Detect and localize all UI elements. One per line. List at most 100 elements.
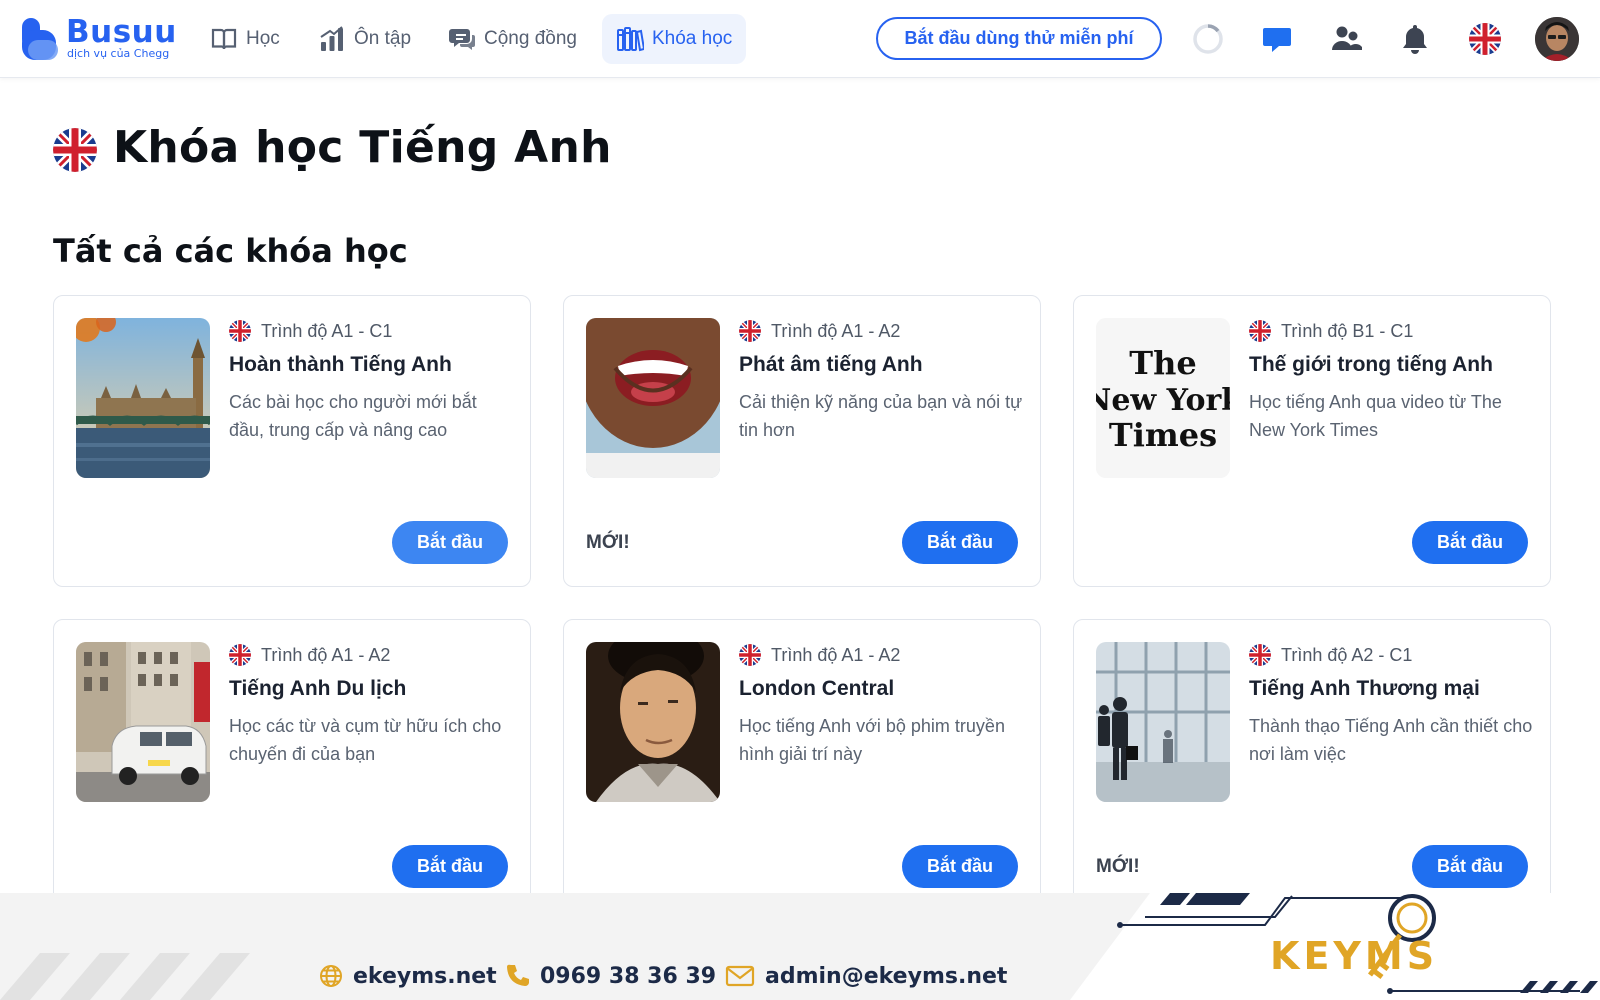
course-card[interactable]: Trình độ A1 - A2 Tiếng Anh Du lịch Học c… (53, 619, 531, 911)
course-level: Trình độ A1 - C1 (229, 320, 392, 342)
london-taxi-image-icon (76, 642, 210, 802)
footer-website[interactable]: ekeyms.net (318, 963, 497, 989)
footer-website-text: ekeyms.net (353, 963, 497, 989)
top-navigation-bar: Busuu dịch vụ của Chegg Học Ôn tập Cộng … (0, 0, 1600, 78)
course-thumbnail (586, 318, 720, 478)
busuu-logo-icon (22, 18, 58, 60)
library-icon (617, 27, 644, 52)
uk-flag-icon (229, 644, 251, 666)
nav-review-label: Ôn tập (354, 28, 412, 49)
course-level: Trình độ A1 - A2 (739, 320, 900, 342)
course-title: London Central (739, 677, 895, 700)
course-level: Trình độ A1 - A2 (739, 644, 900, 666)
big-ben-image-icon (76, 318, 210, 478)
course-level-text: Trình độ A1 - A2 (261, 644, 391, 665)
course-description: Học tiếng Anh với bộ phim truyền hình gi… (739, 716, 1005, 764)
nav-courses-label: Khóa học (652, 28, 733, 49)
course-thumbnail (586, 642, 720, 802)
mail-icon (725, 965, 755, 987)
book-icon (211, 28, 237, 50)
section-title: Tất cả các khóa học (53, 232, 408, 270)
course-title: Phát âm tiếng Anh (739, 353, 923, 376)
course-level: Trình độ A1 - A2 (229, 644, 390, 666)
friends-icon (1332, 26, 1362, 50)
user-avatar[interactable] (1535, 17, 1579, 61)
course-level-text: Trình độ A1 - A2 (771, 644, 901, 665)
globe-icon (320, 965, 342, 987)
course-level: Trình độ B1 - C1 (1249, 320, 1413, 342)
nav-learn[interactable]: Học (196, 14, 294, 64)
course-card[interactable]: Trình độ A1 - A2 Phát âm tiếng Anh Cải t… (563, 295, 1041, 587)
nav-review[interactable]: Ôn tập (304, 14, 425, 64)
nav-community[interactable]: Cộng đồng (434, 14, 591, 64)
notifications-button[interactable] (1396, 20, 1434, 58)
uk-flag-icon (1249, 320, 1271, 342)
course-thumbnail (1096, 642, 1230, 802)
user-photo-icon (1535, 17, 1579, 61)
course-card[interactable]: Trình độ A2 - C1 Tiếng Anh Thương mại Th… (1073, 619, 1551, 911)
course-level-text: Trình độ A2 - C1 (1281, 644, 1413, 665)
brand-tagline: dịch vụ của Chegg (67, 47, 170, 60)
busuu-logo[interactable]: Busuu dịch vụ của Chegg (20, 14, 180, 64)
brand-name: Busuu (66, 14, 177, 50)
uk-flag-icon (739, 644, 761, 666)
start-course-button[interactable]: Bắt đầu (1412, 521, 1528, 564)
progress-ring-button[interactable] (1189, 20, 1227, 58)
footer-phone-text: 0969 38 36 39 (540, 963, 717, 989)
man-portrait-image-icon (586, 642, 720, 802)
free-trial-button[interactable]: Bắt đầu dùng thử miễn phí (876, 17, 1162, 60)
nyt-line-3: Times (1109, 416, 1217, 454)
nav-courses[interactable]: Khóa học (602, 14, 747, 64)
keyms-logo-text: KEYMS (1270, 934, 1438, 978)
start-course-button[interactable]: Bắt đầu (902, 845, 1018, 888)
footer-email[interactable]: admin@ekeyms.net (724, 963, 1007, 989)
bar-chart-icon (320, 26, 343, 51)
nav-community-label: Cộng đồng (484, 28, 577, 49)
course-level: Trình độ A2 - C1 (1249, 644, 1412, 666)
language-switcher[interactable] (1466, 20, 1504, 58)
friends-button[interactable] (1327, 20, 1365, 58)
chat-icon (449, 29, 475, 50)
course-thumbnail (76, 318, 210, 478)
nyt-line-1: The (1129, 344, 1196, 382)
course-title: Tiếng Anh Thương mại (1249, 677, 1480, 700)
course-card[interactable]: Trình độ A1 - A2 London Central Học tiến… (563, 619, 1041, 911)
footer-email-text: admin@ekeyms.net (765, 963, 1008, 989)
start-course-button[interactable]: Bắt đầu (902, 521, 1018, 564)
start-course-button[interactable]: Bắt đầu (1412, 845, 1528, 888)
uk-flag-icon (229, 320, 251, 342)
page-title: Khóa học Tiếng Anh (113, 122, 612, 173)
uk-flag-icon (1469, 23, 1501, 55)
start-course-button[interactable]: Bắt đầu (392, 845, 508, 888)
course-title: Thế giới trong tiếng Anh (1249, 353, 1493, 376)
new-york-times-logo-icon: The New York Times (1096, 318, 1230, 478)
page-flag-icon (53, 128, 97, 172)
progress-ring-icon (1193, 24, 1223, 54)
uk-flag-icon (1249, 644, 1271, 666)
bell-icon (1403, 25, 1427, 54)
course-level-text: Trình độ A1 - A2 (771, 320, 901, 341)
course-thumbnail: The New York Times (1096, 318, 1230, 478)
smiling-face-image-icon (586, 318, 720, 478)
course-level-text: Trình độ B1 - C1 (1281, 320, 1414, 341)
course-description: Cải thiện kỹ năng của bạn và nói tự tin … (739, 392, 1023, 440)
start-course-button[interactable]: Bắt đầu (392, 521, 508, 564)
new-badge: MỚI! (1096, 856, 1140, 877)
course-thumbnail (76, 642, 210, 802)
course-description: Thành thạo Tiếng Anh cần thiết cho nơi l… (1249, 716, 1533, 764)
course-card[interactable]: Trình độ A1 - C1 Hoàn thành Tiếng Anh Cá… (53, 295, 531, 587)
business-people-image-icon (1096, 642, 1230, 802)
course-title: Tiếng Anh Du lịch (229, 677, 407, 700)
course-description: Học tiếng Anh qua video từ The New York … (1249, 392, 1502, 440)
course-card[interactable]: The New York Times Trình độ B1 - C1 Thế … (1073, 295, 1551, 587)
course-description: Các bài học cho người mới bắt đầu, trung… (229, 392, 477, 440)
new-badge: MỚI! (586, 532, 630, 553)
course-title: Hoàn thành Tiếng Anh (229, 353, 452, 376)
nyt-line-2: New York (1096, 383, 1230, 418)
message-icon (1263, 28, 1291, 52)
footer-phone[interactable]: 0969 38 36 39 (505, 963, 716, 989)
nav-learn-label: Học (246, 28, 280, 49)
uk-flag-icon (739, 320, 761, 342)
footer-banner: KEYMS ekeyms.net 0969 38 36 39 admin@eke… (0, 893, 1600, 1000)
messages-button[interactable] (1258, 20, 1296, 58)
